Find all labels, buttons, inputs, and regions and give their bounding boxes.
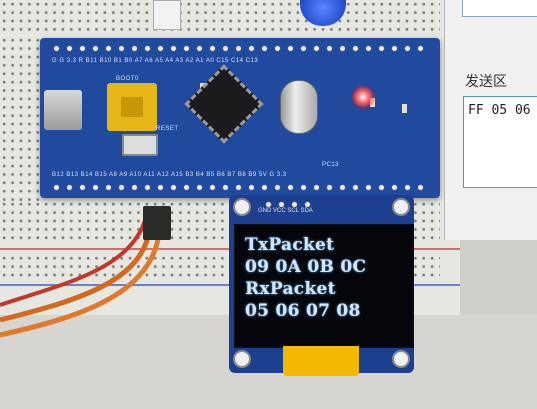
send-area[interactable]: FF 05 06 xyxy=(463,96,537,188)
oled-line-2: 09 0A 0B 0C xyxy=(245,257,367,277)
mount-hole xyxy=(392,350,410,368)
bottom-silkscreen: B12 B13 B14 B15 A8 A9 A10 A11 A12 A15 B3… xyxy=(52,172,287,178)
reset-label: RESET xyxy=(156,126,179,132)
send-area-text: FF 05 06 xyxy=(468,103,531,118)
jumper-cap xyxy=(121,97,143,117)
oled-ribbon-cable xyxy=(283,346,359,376)
bottom-pin-header xyxy=(50,181,430,194)
oled-pin-labels: GND VCC SCL SDA xyxy=(258,208,313,214)
oled-line-4: 05 06 07 08 xyxy=(245,301,361,321)
crystal-oscillator xyxy=(280,80,318,134)
power-led xyxy=(350,84,376,110)
pc13-label: PC13 xyxy=(322,162,340,168)
boot-jumper xyxy=(107,83,157,131)
oled-pin-header xyxy=(262,198,314,207)
top-pin-header xyxy=(50,42,430,55)
reset-button xyxy=(122,134,158,156)
oled-line-3: RxPacket xyxy=(245,279,336,299)
wire-connector xyxy=(143,206,171,240)
boot-label: BOOT0 xyxy=(116,76,139,82)
breadboard-holes-top xyxy=(0,0,440,36)
breadboard-holes-left xyxy=(0,36,40,206)
mount-hole xyxy=(233,350,251,368)
mount-hole xyxy=(233,198,251,216)
top-silkscreen: G G 3.3 R B11 B10 B1 B0 A7 A6 A5 A4 A3 A… xyxy=(52,58,259,64)
oled-line-1: TxPacket xyxy=(245,235,335,255)
smd-component xyxy=(402,104,407,113)
micro-usb-port xyxy=(44,90,82,130)
oled-screen: TxPacket 09 0A 0B 0C RxPacket 05 06 07 0… xyxy=(234,224,414,348)
send-area-label: 发送区 xyxy=(465,74,507,90)
jumper-wires xyxy=(0,219,163,338)
white-component xyxy=(153,0,181,30)
mount-hole xyxy=(392,198,410,216)
receive-area[interactable] xyxy=(462,0,537,17)
serial-assistant-window: 发送区 FF 05 06 xyxy=(444,0,537,240)
